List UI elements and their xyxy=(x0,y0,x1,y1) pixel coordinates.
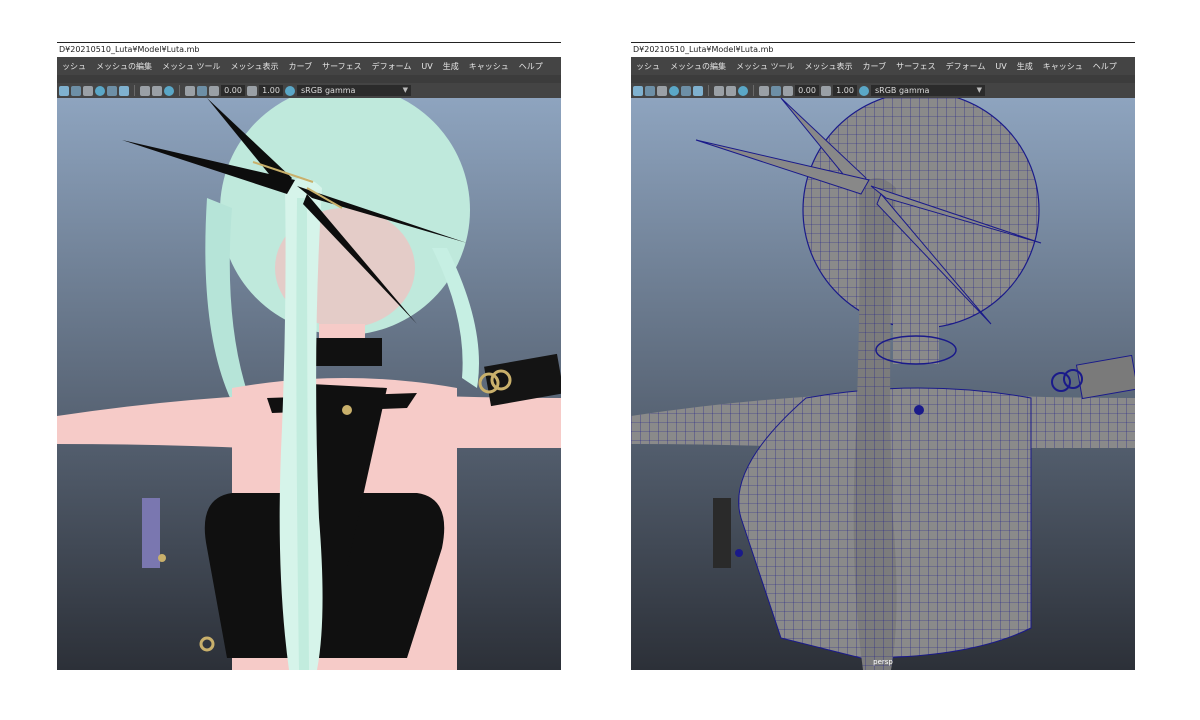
colorspace-dropdown[interactable]: sRGB gamma ▼ xyxy=(871,85,985,96)
lighting-icon[interactable] xyxy=(95,85,105,96)
menu-generate[interactable]: 生成 xyxy=(1012,61,1038,72)
menu-curves[interactable]: カーブ xyxy=(858,61,892,72)
menu-help[interactable]: ヘルプ xyxy=(514,61,548,72)
shadow-icon[interactable] xyxy=(681,85,691,96)
menu-edit-mesh[interactable]: メッシュの編集 xyxy=(665,61,731,72)
exposure-field[interactable]: 0.00 xyxy=(221,85,245,96)
toolbar-separator xyxy=(179,85,180,96)
smooth-shade-icon[interactable] xyxy=(71,85,81,96)
colorspace-value: sRGB gamma xyxy=(875,86,930,95)
color-management-icon[interactable] xyxy=(859,85,869,96)
colorspace-dropdown[interactable]: sRGB gamma ▼ xyxy=(297,85,411,96)
menu-cache[interactable]: キャッシュ xyxy=(1038,61,1088,72)
wireframe-model-render xyxy=(631,98,1135,670)
menu-mesh-tools[interactable]: メッシュ ツール xyxy=(157,61,226,72)
viewport-toolbar: 0.00 1.00 sRGB gamma ▼ xyxy=(57,83,561,98)
menu-mesh[interactable]: ッシュ xyxy=(57,61,91,72)
grid-icon[interactable] xyxy=(771,85,781,96)
menu-uv[interactable]: UV xyxy=(990,62,1011,71)
textured-icon[interactable] xyxy=(83,85,93,96)
color-management-icon[interactable] xyxy=(285,85,295,96)
viewport-toolbar: 0.00 1.00 sRGB gamma ▼ xyxy=(631,83,1135,98)
isolate-select-icon[interactable] xyxy=(164,85,174,96)
colorspace-value: sRGB gamma xyxy=(301,86,356,95)
menu-mesh-display[interactable]: メッシュ表示 xyxy=(800,61,858,72)
window-title: D¥20210510_Luta¥Model¥Luta.mb xyxy=(631,42,1135,57)
shelf-gap xyxy=(57,75,561,83)
menu-mesh-tools[interactable]: メッシュ ツール xyxy=(731,61,800,72)
menu-surfaces[interactable]: サーフェス xyxy=(317,61,367,72)
exposure-field[interactable]: 0.00 xyxy=(795,85,819,96)
shadow-icon[interactable] xyxy=(107,85,117,96)
shaded-model-render xyxy=(57,98,561,670)
wireframe-icon[interactable] xyxy=(633,85,643,96)
menu-deform[interactable]: デフォーム xyxy=(367,61,417,72)
smooth-shade-icon[interactable] xyxy=(645,85,655,96)
grid-icon[interactable] xyxy=(197,85,207,96)
gamma-field[interactable]: 1.00 xyxy=(833,85,857,96)
menu-deform[interactable]: デフォーム xyxy=(941,61,991,72)
window-title: D¥20210510_Luta¥Model¥Luta.mb xyxy=(57,42,561,57)
menu-curves[interactable]: カーブ xyxy=(284,61,318,72)
wireframe-viewport[interactable]: persp xyxy=(631,98,1135,670)
exposure-icon[interactable] xyxy=(209,85,219,96)
exposure-icon[interactable] xyxy=(783,85,793,96)
toolbar-separator xyxy=(708,85,709,96)
main-menubar: ッシュ メッシュの編集 メッシュ ツール メッシュ表示 カーブ サーフェス デフ… xyxy=(631,57,1135,75)
left-maya-window: D¥20210510_Luta¥Model¥Luta.mb ッシュ メッシュの編… xyxy=(57,42,561,670)
xray-joints-icon[interactable] xyxy=(152,85,162,96)
menu-uv[interactable]: UV xyxy=(416,62,437,71)
chevron-down-icon: ▼ xyxy=(976,86,982,94)
xray-joints-icon[interactable] xyxy=(726,85,736,96)
gamma-icon[interactable] xyxy=(821,85,831,96)
gamma-field[interactable]: 1.00 xyxy=(259,85,283,96)
toolbar-separator xyxy=(753,85,754,96)
isolate-select-icon[interactable] xyxy=(738,85,748,96)
lighting-icon[interactable] xyxy=(669,85,679,96)
menu-mesh[interactable]: ッシュ xyxy=(631,61,665,72)
camera-label: persp xyxy=(873,658,893,666)
gamma-icon[interactable] xyxy=(247,85,257,96)
right-maya-window: D¥20210510_Luta¥Model¥Luta.mb ッシュ メッシュの編… xyxy=(631,42,1135,670)
ambient-occlusion-icon[interactable] xyxy=(693,85,703,96)
wireframe-icon[interactable] xyxy=(59,85,69,96)
menu-cache[interactable]: キャッシュ xyxy=(464,61,514,72)
menu-help[interactable]: ヘルプ xyxy=(1088,61,1122,72)
main-menubar: ッシュ メッシュの編集 メッシュ ツール メッシュ表示 カーブ サーフェス デフ… xyxy=(57,57,561,75)
ambient-occlusion-icon[interactable] xyxy=(119,85,129,96)
textured-icon[interactable] xyxy=(657,85,667,96)
toolbar-separator xyxy=(134,85,135,96)
xray-icon[interactable] xyxy=(140,85,150,96)
menu-surfaces[interactable]: サーフェス xyxy=(891,61,941,72)
menu-edit-mesh[interactable]: メッシュの編集 xyxy=(91,61,157,72)
shaded-viewport[interactable] xyxy=(57,98,561,670)
shelf-gap xyxy=(631,75,1135,83)
menu-mesh-display[interactable]: メッシュ表示 xyxy=(226,61,284,72)
chevron-down-icon: ▼ xyxy=(402,86,408,94)
menu-generate[interactable]: 生成 xyxy=(438,61,464,72)
camera-gate-icon[interactable] xyxy=(185,85,195,96)
camera-gate-icon[interactable] xyxy=(759,85,769,96)
xray-icon[interactable] xyxy=(714,85,724,96)
